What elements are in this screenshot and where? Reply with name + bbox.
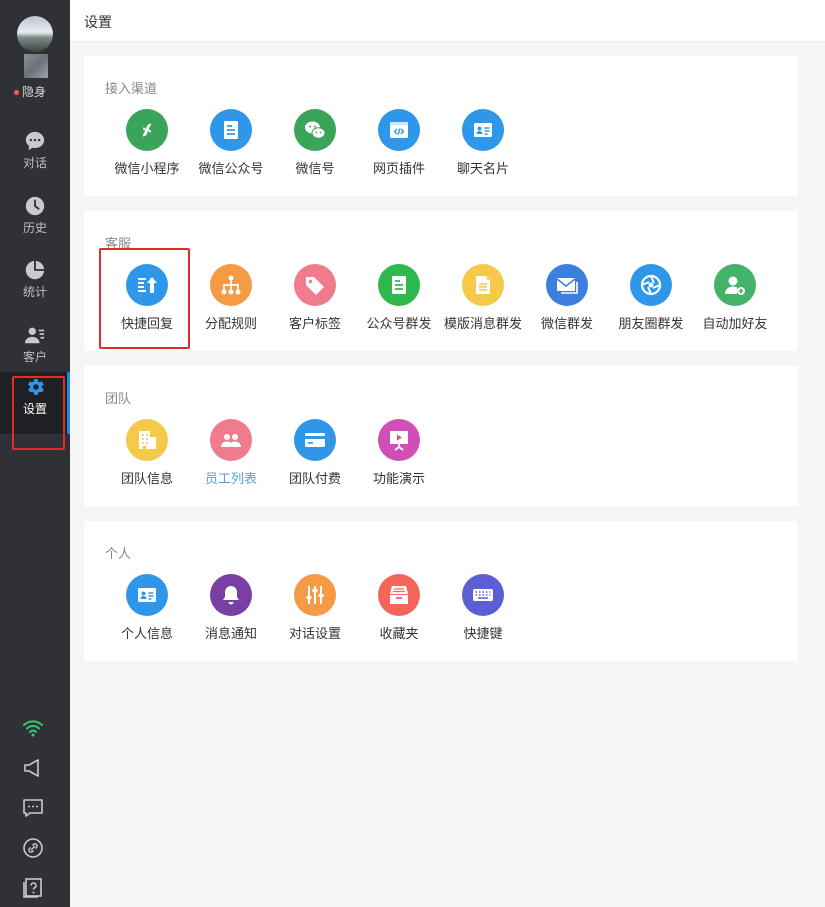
setting-item-wechat[interactable]: 微信号 bbox=[273, 109, 357, 189]
setting-item-chat-card[interactable]: 聊天名片 bbox=[441, 109, 525, 189]
setting-item-customer-tags[interactable]: 客户标签 bbox=[273, 264, 357, 344]
setting-item-moments-broadcast[interactable]: 朋友圈群发 bbox=[609, 264, 693, 344]
sidebar-item-stats[interactable]: 统计 bbox=[0, 255, 70, 317]
setting-item-label: 模版消息群发 bbox=[443, 317, 522, 332]
setting-item-team-billing[interactable]: 团队付费 bbox=[273, 419, 357, 499]
presentation-icon bbox=[378, 419, 420, 461]
setting-item-official-account[interactable]: 微信公众号 bbox=[189, 109, 273, 189]
help-icon[interactable] bbox=[21, 876, 45, 900]
credit-card-icon bbox=[294, 419, 336, 461]
web-plugin-icon bbox=[378, 109, 420, 151]
setting-item-label: 公众号群发 bbox=[366, 317, 432, 332]
setting-item-team-info[interactable]: 团队信息 bbox=[105, 419, 189, 499]
setting-item-label: 对话设置 bbox=[288, 627, 341, 642]
setting-item-assign-rules[interactable]: 分配规则 bbox=[189, 264, 273, 344]
setting-item-label: 客户标签 bbox=[288, 317, 341, 332]
setting-item-label: 消息通知 bbox=[204, 627, 257, 642]
document-icon bbox=[378, 264, 420, 306]
clock-icon bbox=[25, 196, 45, 216]
setting-item-label: 功能演示 bbox=[372, 472, 425, 487]
status-label: 隐身 bbox=[22, 85, 47, 99]
sidebar-item-chat[interactable]: 对话 bbox=[0, 126, 70, 188]
setting-item-auto-add-friend[interactable]: 自动加好友 bbox=[693, 264, 777, 344]
setting-item-personal-info[interactable]: 个人信息 bbox=[105, 574, 189, 654]
status-indicator[interactable]: 隐身 bbox=[14, 84, 64, 100]
setting-item-label: 微信公众号 bbox=[198, 162, 264, 177]
setting-item-staff-list[interactable]: 员工列表 bbox=[189, 419, 273, 499]
setting-item-label: 团队付费 bbox=[288, 472, 341, 487]
status-dot bbox=[14, 90, 19, 95]
setting-item-label: 微信小程序 bbox=[114, 162, 180, 177]
megaphone-icon[interactable] bbox=[21, 756, 45, 780]
bell-icon bbox=[210, 574, 252, 616]
pie-chart-icon bbox=[25, 260, 45, 280]
section-title: 团队 bbox=[105, 392, 132, 407]
setting-item-label: 微信群发 bbox=[540, 317, 593, 332]
setting-item-label: 分配规则 bbox=[204, 317, 257, 332]
archive-icon bbox=[378, 574, 420, 616]
sidebar-item-label: 历史 bbox=[22, 221, 47, 235]
setting-item-web-plugin[interactable]: 网页插件 bbox=[357, 109, 441, 189]
sidebar-item-label: 对话 bbox=[22, 156, 47, 170]
wifi-icon bbox=[23, 720, 43, 737]
chat-icon bbox=[25, 131, 45, 151]
aperture-icon bbox=[630, 264, 672, 306]
setting-item-mini-program[interactable]: 微信小程序 bbox=[105, 109, 189, 189]
id-card-icon bbox=[126, 574, 168, 616]
setting-item-favorites[interactable]: 收藏夹 bbox=[357, 574, 441, 654]
sidebar-item-label: 统计 bbox=[22, 285, 47, 299]
setting-item-label: 员工列表 bbox=[204, 472, 257, 487]
setting-item-chat-settings[interactable]: 对话设置 bbox=[273, 574, 357, 654]
setting-item-label: 聊天名片 bbox=[456, 162, 509, 177]
sliders-icon bbox=[294, 574, 336, 616]
setting-item-label: 收藏夹 bbox=[379, 627, 419, 642]
setting-item-label: 个人信息 bbox=[120, 627, 173, 642]
highlight-box-quick-reply bbox=[99, 248, 190, 349]
setting-item-oa-broadcast[interactable]: 公众号群发 bbox=[357, 264, 441, 344]
card-icon bbox=[462, 109, 504, 151]
setting-item-label: 微信号 bbox=[295, 162, 335, 177]
setting-item-notifications[interactable]: 消息通知 bbox=[189, 574, 273, 654]
sidebar-item-history[interactable]: 历史 bbox=[0, 191, 70, 253]
add-friend-icon bbox=[714, 264, 756, 306]
building-icon bbox=[126, 419, 168, 461]
section-access-channels: 接入渠道 微信小程序 微信公众号 微信号 网页插件 聊天名片 bbox=[84, 56, 798, 196]
org-tree-icon bbox=[210, 264, 252, 306]
section-title: 接入渠道 bbox=[105, 82, 158, 97]
section-customer-service: 客服 快捷回复 分配规则 客户标签 公众号群发 模版消息群发 微信群发 朋友圈群… bbox=[84, 211, 798, 351]
avatar[interactable] bbox=[17, 16, 53, 52]
page-title: 设置 bbox=[84, 15, 112, 31]
setting-item-template-broadcast[interactable]: 模版消息群发 bbox=[441, 264, 525, 344]
setting-item-label: 团队信息 bbox=[120, 472, 173, 487]
sidebar: 隐身 对话 历史 统计 客户 设置 bbox=[0, 0, 70, 907]
section-personal: 个人 个人信息 消息通知 对话设置 收藏夹 快捷键 bbox=[84, 521, 798, 661]
setting-item-label: 朋友圈群发 bbox=[618, 317, 684, 332]
setting-item-label: 快捷键 bbox=[463, 627, 503, 642]
setting-item-shortcuts[interactable]: 快捷键 bbox=[441, 574, 525, 654]
wechat-icon bbox=[294, 109, 336, 151]
avatar-secondary bbox=[24, 54, 48, 78]
link-icon[interactable] bbox=[21, 836, 45, 860]
keyboard-icon bbox=[462, 574, 504, 616]
setting-item-feature-demo[interactable]: 功能演示 bbox=[357, 419, 441, 499]
section-team: 团队 团队信息 员工列表 团队付费 功能演示 bbox=[84, 366, 798, 506]
mail-icon bbox=[546, 264, 588, 306]
sidebar-item-label: 客户 bbox=[22, 350, 47, 364]
message-icon[interactable] bbox=[21, 796, 45, 820]
highlight-box-settings bbox=[12, 376, 65, 450]
staff-icon bbox=[210, 419, 252, 461]
contacts-icon bbox=[24, 327, 45, 344]
setting-item-label: 网页插件 bbox=[372, 162, 425, 177]
setting-item-label: 自动加好友 bbox=[702, 317, 768, 332]
official-account-icon bbox=[210, 109, 252, 151]
tag-icon bbox=[294, 264, 336, 306]
mini-program-icon bbox=[126, 109, 168, 151]
header: 设置 bbox=[70, 0, 825, 42]
template-icon bbox=[462, 264, 504, 306]
setting-item-wechat-broadcast[interactable]: 微信群发 bbox=[525, 264, 609, 344]
section-title: 个人 bbox=[105, 547, 132, 562]
